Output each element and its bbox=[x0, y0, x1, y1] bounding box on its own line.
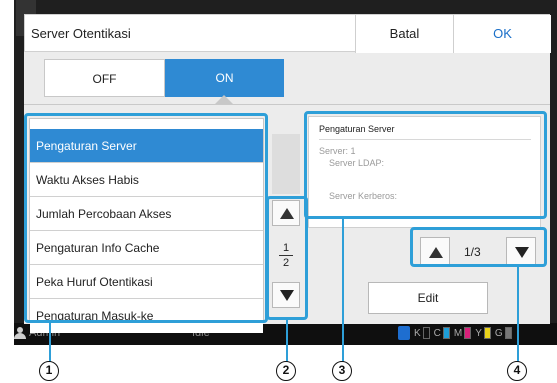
callout-leader-4 bbox=[517, 266, 519, 362]
edit-button[interactable]: Edit bbox=[368, 282, 488, 314]
callout-highlight-4 bbox=[410, 227, 547, 267]
callout-number-3: 3 bbox=[332, 361, 352, 381]
ink-g: G bbox=[495, 327, 512, 339]
dialog-title-bar: Server Otentikasi Batal OK bbox=[24, 14, 551, 53]
callout-number-4: 4 bbox=[507, 361, 527, 381]
callout-leader-3 bbox=[342, 218, 344, 362]
callout-number-1: 1 bbox=[39, 361, 59, 381]
callout-highlight-1 bbox=[24, 113, 268, 323]
callout-highlight-2 bbox=[266, 196, 308, 320]
ink-c: C bbox=[434, 327, 450, 339]
section-divider bbox=[24, 104, 550, 105]
toggle-pointer-icon bbox=[215, 95, 233, 104]
auth-toggle: OFF ON bbox=[44, 59, 284, 97]
callout-leader-2 bbox=[286, 319, 288, 362]
user-icon bbox=[14, 327, 26, 339]
ink-m: M bbox=[454, 327, 472, 339]
list-scroll-area bbox=[272, 134, 300, 194]
ink-drop-icon bbox=[398, 326, 410, 340]
callout-number-2: 2 bbox=[276, 361, 296, 381]
toggle-off-button[interactable]: OFF bbox=[44, 59, 165, 97]
toggle-on-button[interactable]: ON bbox=[165, 59, 284, 97]
ink-y: Y bbox=[475, 327, 491, 339]
callout-leader-1 bbox=[49, 322, 51, 362]
dialog-title: Server Otentikasi bbox=[31, 26, 131, 41]
ink-k: K bbox=[414, 327, 430, 339]
callout-highlight-3 bbox=[304, 111, 547, 219]
ink-levels: K C M Y G bbox=[398, 326, 512, 340]
ok-button[interactable]: OK bbox=[453, 15, 551, 53]
cancel-button[interactable]: Batal bbox=[355, 15, 453, 53]
